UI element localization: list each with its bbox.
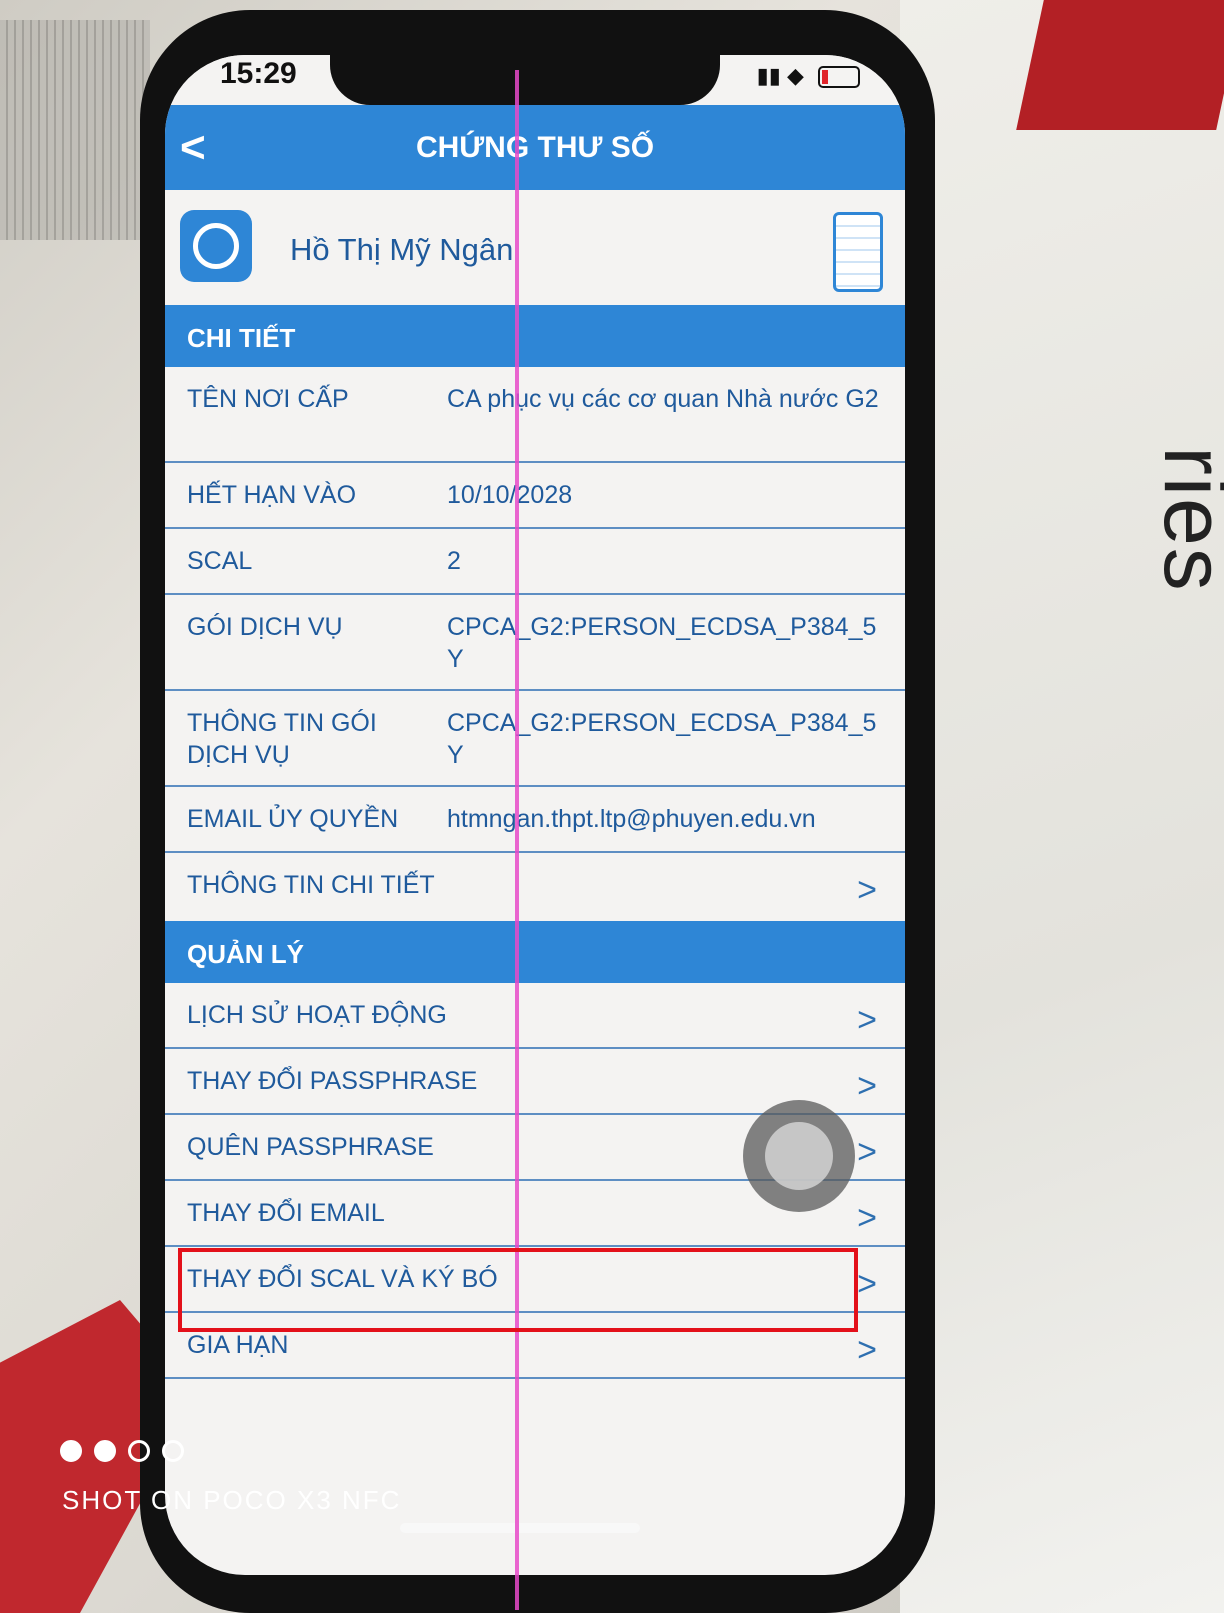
chevron-right-icon: >	[857, 1331, 877, 1369]
row-label: THÔNG TIN CHI TIẾT	[187, 871, 435, 899]
chevron-right-icon: >	[857, 1067, 877, 1105]
battery-icon	[818, 66, 860, 89]
row-label: GÓI DỊCH VỤ	[187, 613, 343, 641]
row-label: LỊCH SỬ HOẠT ĐỘNG	[187, 1001, 447, 1029]
row-value: CA phục vụ các cơ quan Nhà nước G2	[447, 385, 879, 413]
row-label: THAY ĐỔI EMAIL	[187, 1199, 385, 1227]
row-label: TÊN NƠI CẤP	[187, 385, 349, 413]
row-value: htmngan.thpt.ltp@phuyen.edu.vn	[447, 805, 816, 833]
row-label: GIA HẠN	[187, 1331, 289, 1359]
wifi-icon: ◆	[786, 63, 804, 88]
row-label: HẾT HẠN VÀO	[187, 481, 357, 509]
box-background	[900, 0, 1224, 1613]
row-label: THAY ĐỔI PASSPHRASE	[187, 1067, 478, 1095]
detail-row-service-package: GÓI DỊCH VỤ CPCA_G2:PERSON_ECDSA_P384_5Y	[165, 595, 905, 691]
tablet-icon[interactable]	[833, 212, 883, 292]
nav-bar: < CHỨNG THƯ SỐ	[165, 105, 905, 190]
row-label: SCAL	[187, 547, 253, 575]
detail-row-email: EMAIL ỦY QUYỀN htmngan.thpt.ltp@phuyen.e…	[165, 787, 905, 853]
notch	[330, 55, 720, 105]
menu-item-activity-history[interactable]: LỊCH SỬ HOẠT ĐỘNG >	[165, 983, 905, 1049]
screen-defect-line	[515, 70, 519, 1610]
highlight-annotation-box	[178, 1248, 858, 1332]
row-label: THÔNG TIN GÓI DỊCH VỤ	[187, 709, 377, 769]
detail-row-expiry: HẾT HẠN VÀO 10/10/2028	[165, 463, 905, 529]
photo-scene: ries 15:29 ▮▮ ◆ < CHỨNG THƯ SỐ Hồ Thị Mỹ…	[0, 0, 1224, 1613]
status-time: 15:29	[220, 57, 297, 90]
owner-name: Hồ Thị Mỹ Ngân	[290, 232, 514, 267]
chevron-right-icon: >	[857, 871, 877, 909]
row-label: EMAIL ỦY QUYỀN	[187, 805, 399, 833]
row-value: CPCA_G2:PERSON_ECDSA_P384_5Y	[447, 613, 877, 673]
row-value: CPCA_G2:PERSON_ECDSA_P384_5Y	[447, 709, 877, 769]
row-value: 10/10/2028	[447, 481, 573, 509]
chevron-right-icon: >	[857, 1133, 877, 1171]
signal-icon: ▮▮	[756, 63, 781, 88]
section-header-details: CHI TIẾT	[165, 305, 905, 367]
status-bar: 15:29 ▮▮ ◆	[165, 55, 905, 105]
keyboard-background	[0, 20, 150, 240]
row-label: QUÊN PASSPHRASE	[187, 1133, 434, 1161]
page-title: CHỨNG THƯ SỐ	[415, 131, 655, 164]
camera-watermark: SHOT ON POCO X3 NFC	[62, 1485, 402, 1515]
chevron-right-icon: >	[857, 1001, 877, 1039]
row-value: 2	[447, 547, 461, 575]
detail-row-issuer: TÊN NƠI CẤP CA phục vụ các cơ quan Nhà n…	[165, 367, 905, 463]
section-header-manage: QUẢN LÝ	[165, 921, 905, 983]
phone-screen: 15:29 ▮▮ ◆ < CHỨNG THƯ SỐ Hồ Thị Mỹ Ngân…	[165, 55, 905, 1575]
status-icons: ▮▮ ◆	[757, 63, 860, 89]
assistive-touch-button[interactable]	[743, 1100, 855, 1212]
settings-gear-icon	[180, 210, 252, 282]
home-indicator[interactable]	[400, 1523, 640, 1533]
red-strip-decor	[1016, 0, 1224, 130]
camera-watermark-dots	[60, 1440, 196, 1467]
profile-header: Hồ Thị Mỹ Ngân	[165, 190, 905, 305]
box-print-text: ries	[1145, 446, 1224, 593]
detail-row-package-info: THÔNG TIN GÓI DỊCH VỤ CPCA_G2:PERSON_ECD…	[165, 691, 905, 787]
detail-row-scal: SCAL 2	[165, 529, 905, 595]
section-title: CHI TIẾT	[187, 323, 296, 353]
chevron-right-icon: >	[857, 1265, 877, 1303]
detail-row-more-info[interactable]: THÔNG TIN CHI TIẾT >	[165, 853, 905, 921]
chevron-right-icon: >	[857, 1199, 877, 1237]
section-title: QUẢN LÝ	[187, 939, 304, 969]
